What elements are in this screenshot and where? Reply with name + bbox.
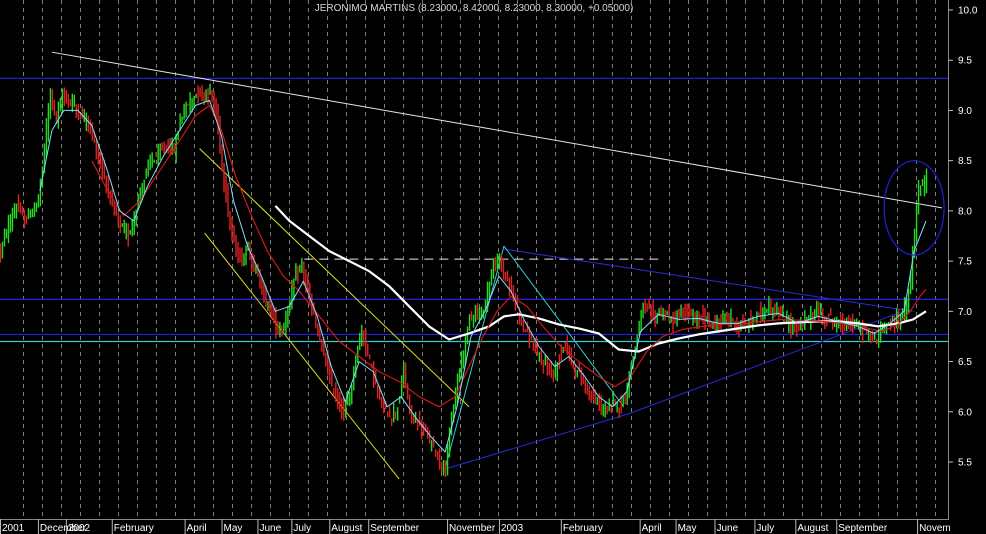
x-tick-label: November	[449, 523, 496, 534]
x-tick-label: April	[642, 523, 662, 534]
x-tick-label: June	[259, 523, 281, 534]
chart: 5.5 6.0 6.5 7.0 7.5 8.0 8.5 9.0 9.5 10.0 2001 Dece…	[0, 0, 986, 534]
chart-title: JERONIMO MARTINS (8.23000, 8.42000, 8.23…	[315, 3, 634, 14]
y-tick-label: 6.5	[958, 357, 972, 368]
x-tick-label: 2001	[2, 523, 25, 534]
y-tick-label: 9.0	[958, 106, 972, 117]
x-tick-label: February	[563, 523, 603, 534]
x-tick-label: May	[224, 523, 243, 534]
x-tick-label: May	[678, 523, 697, 534]
x-tick-label: June	[716, 523, 738, 534]
y-tick-label: 6.0	[958, 407, 972, 418]
x-tick-label: September	[838, 523, 888, 534]
y-tick-label: 8.0	[958, 206, 972, 217]
x-tick-label: 2003	[501, 523, 524, 534]
y-tick-label: 5.5	[958, 458, 972, 469]
y-tick-label: 10.0	[958, 6, 978, 17]
x-tick-label: 2002	[68, 523, 91, 534]
y-tick-label: 7.0	[958, 307, 972, 318]
x-tick-label: August	[797, 523, 828, 534]
x-tick-label: July	[293, 523, 311, 534]
chart-svg: 5.56.06.57.07.58.08.59.09.510.0 2001 Dece…	[0, 0, 986, 534]
x-tick-label: April	[187, 523, 207, 534]
x-tick-label: August	[331, 523, 362, 534]
y-tick-label: 7.5	[958, 257, 972, 268]
y-tick-label: 9.5	[958, 56, 972, 67]
x-tick-label: September	[370, 523, 420, 534]
x-tick-label: Novem	[919, 523, 951, 534]
x-tick-label: February	[114, 523, 154, 534]
x-tick-label: July	[756, 523, 774, 534]
y-tick-label: 8.5	[958, 156, 972, 167]
